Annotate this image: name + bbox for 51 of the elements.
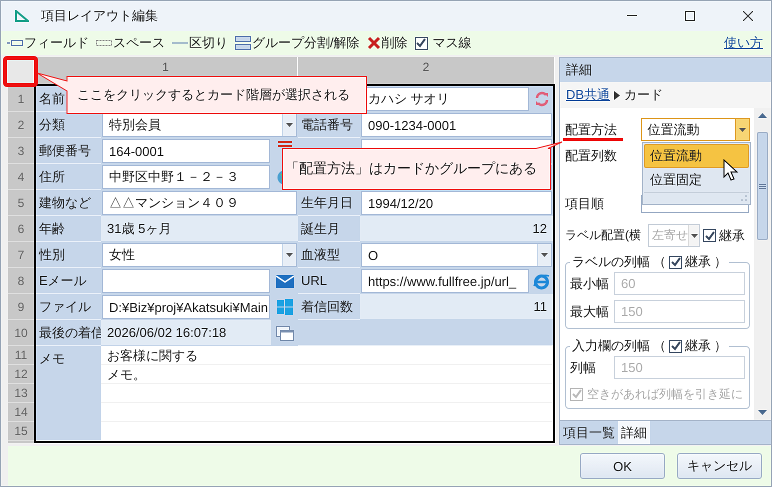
text-field[interactable]: 090-1234-0001 [361, 113, 552, 137]
toolbar-button[interactable]: グループ分割/解除 [235, 34, 360, 52]
checkbox-label: 空きがあれば列幅を引き延に [587, 386, 743, 402]
ok-button[interactable]: OK [580, 453, 665, 479]
select-field[interactable]: 女性 [102, 243, 297, 267]
toolbar-button[interactable]: 区切り [172, 34, 228, 52]
field-label: 最小幅 [570, 274, 610, 292]
text-field[interactable]: 中野区中野１－２－３ [102, 165, 270, 189]
text-field[interactable]: D:¥Biz¥proj¥Akatsuki¥Main [102, 295, 270, 319]
memo-field[interactable]: お客様に関する メモ。 [101, 346, 553, 441]
bracket-text: ） [714, 337, 727, 355]
panel-title: 詳細 [565, 61, 593, 79]
readonly-value: 31歳 5ヶ月 [101, 216, 298, 242]
toolbar-button[interactable]: スペース [96, 34, 165, 52]
checkbox-label: 継承 [719, 226, 745, 244]
field-label: ラベル配置(横 [565, 227, 642, 244]
callout-text: 「配置方法」はカードかグループにある [285, 160, 537, 178]
toolbar-button[interactable]: 削除 [366, 34, 408, 52]
tab[interactable]: 項目一覧 [560, 421, 618, 444]
field-label: 配置列数 [565, 147, 618, 165]
readonly-value: 2026/06/02 16:07:18 [101, 320, 271, 346]
field-label: 項目順 [565, 195, 605, 213]
number-value: 11 [360, 294, 553, 320]
tab[interactable]: 詳細 [618, 421, 650, 444]
bracket-text: （ [653, 253, 666, 271]
text-field[interactable]: 164-0001 [102, 139, 270, 163]
select-field[interactable]: 特別会員 [102, 113, 297, 137]
bracket-text: ） [714, 253, 727, 271]
number-value: 12 [360, 216, 553, 242]
bracket-text: （ [653, 337, 666, 355]
group-title: ラベルの列幅 [572, 253, 650, 271]
breadcrumb-current: カード [624, 86, 664, 104]
checkbox-label: 継承 [685, 253, 711, 271]
toolbar-button[interactable]: フィールド [7, 34, 89, 52]
dropdown-option[interactable]: 位置固定 [644, 168, 749, 192]
window-title: 項目レイアウト編集 [41, 7, 159, 25]
help-link[interactable]: 使い方 [724, 34, 763, 52]
field-label: 列幅 [570, 358, 597, 376]
text-field[interactable]: 1994/12/20 [361, 191, 552, 215]
checkbox-label: 継承 [685, 337, 711, 355]
dropdown-option[interactable]: 位置流動 [644, 144, 749, 168]
cancel-button[interactable]: キャンセル [677, 453, 762, 479]
group-title: 入力欄の列幅 [572, 337, 650, 355]
breadcrumb-link[interactable]: DB共通 [566, 86, 610, 104]
select-field[interactable]: 位置流動 [640, 118, 750, 141]
field-label: 配置方法 [565, 120, 618, 138]
select-field[interactable]: O [361, 243, 552, 267]
text-field[interactable]: https://www.fullfree.jp/url_ [361, 269, 529, 293]
grid-lines-checkbox[interactable]: マス線 [414, 34, 472, 52]
text-field[interactable]: △△マンション４０９ [102, 191, 297, 215]
field-label: 最大幅 [570, 302, 610, 320]
